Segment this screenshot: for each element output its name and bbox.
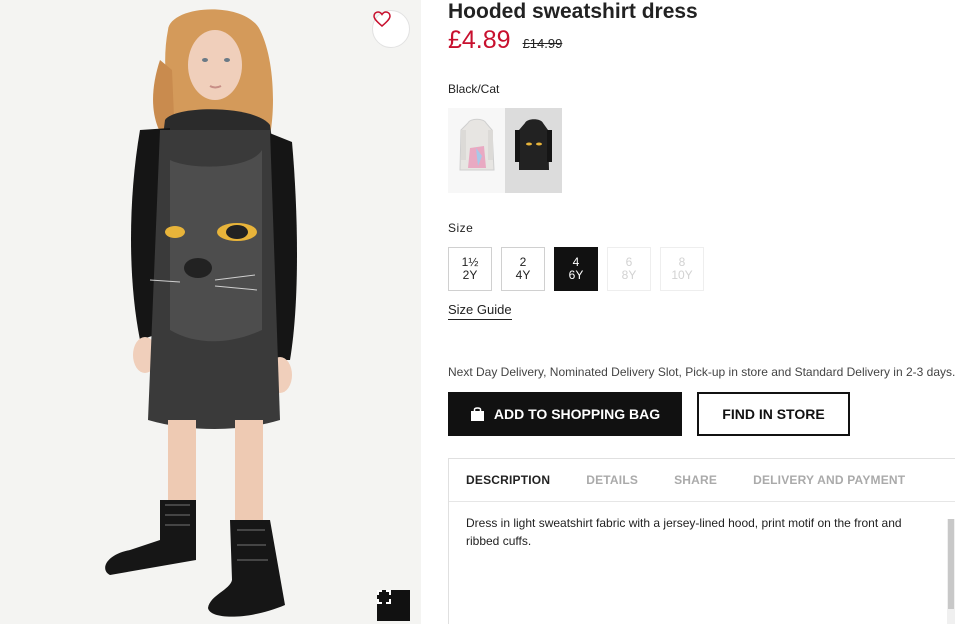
tab-share[interactable]: SHARE [674,473,717,487]
size-years: 4Y [515,268,531,282]
product-title: Hooded sweatshirt dress [448,0,698,23]
black-dress-thumbnail [515,119,552,170]
light-dress-thumbnail [459,118,495,171]
selected-colour-label: Black/Cat [448,82,500,96]
sale-price: £4.89 [448,26,511,54]
size-option-6y[interactable]: 4 6Y [554,247,598,291]
size-label: Size [448,221,474,235]
size-selector: 1½ 2Y 2 4Y 4 6Y 6 8Y 8 10Y [448,247,704,291]
colour-swatches [448,108,562,193]
size-option-8y: 6 8Y [607,247,651,291]
tab-description[interactable]: DESCRIPTION [466,473,550,487]
shopping-bag-icon [470,407,484,421]
favourite-button[interactable] [372,10,410,48]
tab-delivery-and-payment[interactable]: DELIVERY AND PAYMENT [753,473,905,487]
size-years: 2Y [462,268,478,282]
size-years: 6Y [568,268,584,282]
original-price: £14.99 [522,36,563,51]
product-image[interactable] [0,0,421,624]
find-in-store-button[interactable]: FIND IN STORE [697,392,850,436]
size-option-10y: 8 10Y [660,247,704,291]
swatch-light-grey[interactable] [448,108,505,193]
size-guide-link[interactable]: Size Guide [448,302,512,320]
size-years: 10Y [671,268,693,282]
child-model-illustration [105,9,297,617]
size-option-2y[interactable]: 1½ 2Y [448,247,492,291]
delivery-note: Next Day Delivery, Nominated Delivery Sl… [448,365,955,379]
swatch-black-cat[interactable] [505,108,562,193]
heart-icon [373,11,391,27]
info-tabs: DESCRIPTION DETAILS SHARE DELIVERY AND P… [449,459,955,502]
add-to-bag-label: ADD TO SHOPPING BAG [493,406,661,422]
size-option-4y[interactable]: 2 4Y [501,247,545,291]
scrollbar-thumb[interactable] [948,519,954,609]
product-description: Dress in light sweatshirt fabric with a … [466,516,902,548]
price-row: £4.89 £14.99 [448,26,562,55]
add-to-bag-button[interactable]: ADD TO SHOPPING BAG [448,392,682,436]
product-info-panel: DESCRIPTION DETAILS SHARE DELIVERY AND P… [448,458,955,624]
size-years: 8Y [621,268,637,282]
fullscreen-button[interactable] [377,590,410,621]
fullscreen-icon [377,590,391,604]
description-scrollbar[interactable] [947,519,955,624]
tab-details[interactable]: DETAILS [586,473,638,487]
